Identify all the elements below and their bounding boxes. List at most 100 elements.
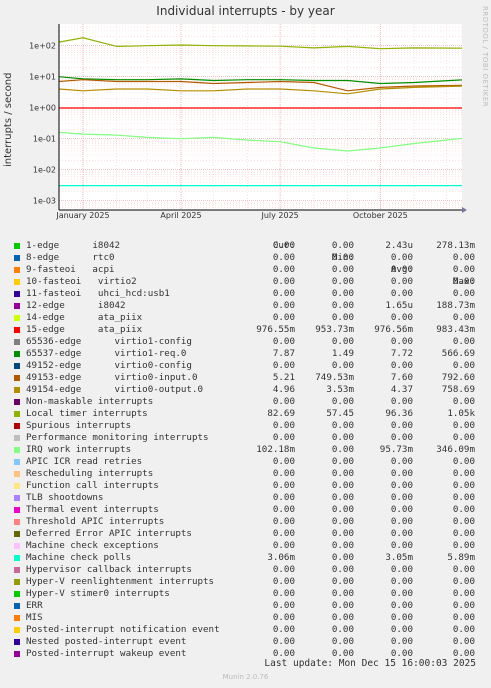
y-tick-label: 1e+01: [29, 73, 56, 82]
legend-row: 15-edge ata_piix 976.55m 953.73m 976.56m 983…: [14, 324, 484, 336]
legend-swatch: [14, 327, 20, 333]
legend-swatch: [14, 387, 20, 393]
legend-row: 10-fasteoi virtio2 0.00 0.00 0.00 0.00: [14, 276, 484, 288]
legend-swatch: [14, 423, 20, 429]
legend-max-value: 0.00: [452, 396, 475, 407]
legend-row: Hypervisor callback interrupts 0.00 0.00 0.…: [14, 564, 484, 576]
legend-label: Nested posted-interrupt event: [26, 636, 187, 647]
legend-label: Spurious interrupts: [26, 420, 132, 431]
legend-label: 1-edge i8042: [26, 240, 121, 251]
legend-row: 65537-edge virtio1-req.0 7.87 1.49 7.72 566.…: [14, 348, 484, 360]
legend-label: Posted-interrupt notification event: [26, 624, 220, 635]
legend-max-value: 0.00: [452, 600, 475, 611]
legend-row: TLB shootdowns 0.00 0.00 0.00 0.00: [14, 492, 484, 504]
legend-swatch: [14, 615, 20, 621]
legend-label: 15-edge ata_piix: [26, 324, 143, 335]
legend-label: Machine check exceptions: [26, 540, 159, 551]
legend-row: Threshold APIC interrupts 0.00 0.00 0.00 0.0…: [14, 516, 484, 528]
legend-max-value: 0.00: [452, 624, 475, 635]
legend-label: 8-edge rtc0: [26, 252, 115, 263]
legend-label: ERR: [26, 600, 43, 611]
legend-row: Non-maskable interrupts 0.00 0.00 0.00 0.00: [14, 396, 484, 408]
legend-swatch: [14, 339, 20, 345]
legend-max-value: 0.00: [452, 276, 475, 287]
legend-max-value: 0.00: [452, 528, 475, 539]
legend-max-value: 0.00: [452, 420, 475, 431]
legend-label: IRQ work interrupts: [26, 444, 132, 455]
legend-label: 49152-edge virtio0-config: [26, 360, 192, 371]
legend-max-value: 0.00: [452, 468, 475, 479]
legend-max-value: 0.00: [452, 540, 475, 551]
legend-swatch: [14, 483, 20, 489]
legend-swatch: [14, 375, 20, 381]
legend-max-value: 0.00: [452, 456, 475, 467]
legend-swatch: [14, 351, 20, 357]
legend-swatch: [14, 243, 20, 249]
legend-swatch: [14, 579, 20, 585]
legend-row: 11-fasteoi uhci_hcd:usb1 0.00 0.00 0.00 0.00: [14, 288, 484, 300]
legend-label: 11-fasteoi uhci_hcd:usb1: [26, 288, 170, 299]
legend-label: 65537-edge virtio1-req.0: [26, 348, 187, 359]
legend-max-value: 566.69: [441, 348, 475, 359]
legend-swatch: [14, 639, 20, 645]
legend-max-value: 0.00: [452, 432, 475, 443]
legend-label: 10-fasteoi virtio2: [26, 276, 137, 287]
legend-label: Performance monitoring interrupts: [26, 432, 209, 443]
legend-max-value: 983.43m: [436, 324, 475, 335]
legend-swatch: [14, 531, 20, 537]
legend-swatch: [14, 303, 20, 309]
legend-row: 49153-edge virtio0-input.0 5.21 749.53m 7.6…: [14, 372, 484, 384]
legend-label: Thermal event interrupts: [26, 504, 159, 515]
legend-row: ERR 0.00 0.00 0.00 0.00: [14, 600, 484, 612]
legend-max-value: 278.13m: [436, 240, 475, 251]
y-tick-label: 1e+02: [29, 42, 56, 51]
legend-swatch: [14, 567, 20, 573]
legend-swatch: [14, 603, 20, 609]
legend-swatch: [14, 495, 20, 501]
x-tick-label: July 2025: [260, 211, 298, 220]
legend-row: Machine check polls 3.06m 0.00 3.05m 5.89m: [14, 552, 484, 564]
legend-max-value: 1.05k: [447, 408, 475, 419]
legend-swatch: [14, 279, 20, 285]
legend-label: 49153-edge virtio0-input.0: [26, 372, 198, 383]
plot-area: 1e-03 1e-02 1e-01 1e+00 1e+01 1e+02 January 20…: [29, 24, 467, 220]
legend-swatch: [14, 519, 20, 525]
legend-max-value: 188.73m: [436, 300, 475, 311]
munin-version: Munin 2.0.76: [222, 673, 269, 681]
legend-swatch: [14, 651, 20, 657]
legend-label: Rescheduling interrupts: [26, 468, 154, 479]
legend-label: 12-edge i8042: [26, 300, 126, 311]
legend-row: Hyper-V stimer0 interrupts 0.00 0.00 0.00 0.…: [14, 588, 484, 600]
legend-row: Function call interrupts 0.00 0.00 0.00 0.00: [14, 480, 484, 492]
legend-label: Non-maskable interrupts: [26, 396, 154, 407]
y-tick-label: 1e-03: [33, 197, 56, 206]
legend-max-value: 0.00: [452, 576, 475, 587]
legend-row: 1-edge i8042 0.00 0.00 2.43u 278.13m: [14, 240, 484, 252]
legend-label: Hyper-V reenlightenment interrupts: [26, 576, 215, 587]
y-tick-label: 1e+00: [29, 104, 56, 113]
legend-row: IRQ work interrupts 102.18m 0.00 95.73m 346.…: [14, 444, 484, 456]
legend-max-value: 0.00: [452, 588, 475, 599]
legend-swatch: [14, 543, 20, 549]
legend-swatch: [14, 291, 20, 297]
legend-label: 14-edge ata_piix: [26, 312, 143, 323]
legend-row: Deferred Error APIC interrupts 0.00 0.00 0.…: [14, 528, 484, 540]
legend-row: APIC ICR read retries 0.00 0.00 0.00 0.00: [14, 456, 484, 468]
legend-max-value: 792.60: [441, 372, 475, 383]
legend-row: Machine check exceptions 0.00 0.00 0.00 0.00: [14, 540, 484, 552]
legend-row: 12-edge i8042 0.00 0.00 1.65u 188.73m: [14, 300, 484, 312]
legend-rows: 1-edge i8042 0.00 0.00 2.43u 278.13m 8-edge r…: [14, 240, 484, 660]
legend-row: Spurious interrupts 0.00 0.00 0.00 0.00: [14, 420, 484, 432]
legend-max-value: 0.00: [452, 492, 475, 503]
legend-swatch: [14, 255, 20, 261]
y-tick-label: 1e-01: [33, 135, 56, 144]
legend-swatch: [14, 471, 20, 477]
legend-max-value: 0.00: [452, 252, 475, 263]
legend-label: Function call interrupts: [26, 480, 159, 491]
legend-row: Performance monitoring interrupts 0.00 0.0…: [14, 432, 484, 444]
legend-row: 8-edge rtc0 0.00 0.00 0.00 0.00: [14, 252, 484, 264]
legend-row: Thermal event interrupts 0.00 0.00 0.00 0.00: [14, 504, 484, 516]
legend-row: 49152-edge virtio0-config 0.00 0.00 0.00 0.0…: [14, 360, 484, 372]
legend-swatch: [14, 399, 20, 405]
legend-swatch: [14, 555, 20, 561]
